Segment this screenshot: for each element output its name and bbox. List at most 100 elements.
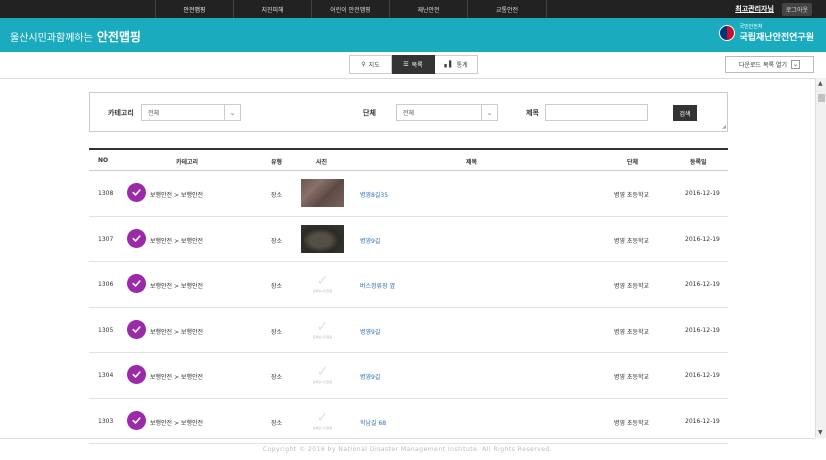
category-check-icon [127,183,146,202]
brand-subtitle: 울산시민과함께하는 [10,33,93,44]
row-no: 1305 [98,326,114,334]
check-icon: ✓ [316,409,329,426]
table-row[interactable]: 1306 보행안전 > 보행안전 장소 ✓ 등록된사진없음 버스정류장 옆 병영 초등학교 2… [89,262,728,308]
top-nav: 안전맵핑 지진피해 어린이 안전맵핑 재난안전 교통안전 [155,0,547,18]
category-label: 카테고리 [108,109,134,117]
copyright-text: Copyright © 2016 by National Disaster Ma… [262,446,553,453]
row-title-link[interactable]: 학남길 68 [360,418,386,427]
scroll-down-icon[interactable]: ▼ [818,429,823,436]
divider [0,78,815,79]
no-photo-placeholder: ✓ 등록된사진없음 [301,406,344,435]
resize-handle-icon: ◢ [722,124,726,130]
row-type: 장소 [271,374,283,381]
tab-map[interactable]: ⚲ 지도 [349,55,392,74]
top-nav-item-disaster-safety[interactable]: 재난안전 [389,0,467,18]
photo-thumbnail[interactable] [301,179,344,207]
row-title-link[interactable]: 병영9길 [360,327,380,336]
search-form: 카테고리 전체 ⌄ 단체 전체 ⌄ 제목 검색 ◢ [89,92,728,132]
header-no: NO [98,157,109,164]
no-photo-text: 등록된사진없음 [312,334,333,339]
no-photo-text: 등록된사진없음 [312,425,333,430]
taegeuk-emblem-icon [719,25,736,41]
top-nav-item-earthquake[interactable]: 지진피해 [233,0,311,18]
row-title-link[interactable]: 병영9길 [360,236,380,245]
row-date: 2016-12-19 [685,326,720,334]
list-icon: ☰ [403,61,409,68]
chevron-down-icon: ⌄ [224,105,240,120]
row-no: 1307 [98,235,114,243]
tab-stats[interactable]: ▖▌ 통계 [435,55,478,74]
chevron-down-icon: ⌄ [481,105,497,120]
header-date: 등록일 [690,159,707,166]
chevron-down-icon: ⌄ [790,60,800,69]
check-icon: ✓ [316,318,329,335]
table-row[interactable]: 1307 보행안전 > 보행안전 장소 병영9길 병영 초등학교 2016-12-19 [89,217,728,262]
category-check-icon [127,365,146,384]
category-check-icon [127,228,146,248]
row-title-link[interactable]: 버스정류장 옆 [360,281,395,290]
view-tabs: ⚲ 지도 ☰ 목록 ▖▌ 통계 [349,55,478,74]
table-row[interactable]: 1305 보행안전 > 보행안전 장소 ✓ 등록된사진없음 병영9길 병영 초등학교 2016… [89,308,728,353]
scrollbar-thumb[interactable] [818,94,825,102]
ministry-name: 국민안전처 [739,24,763,30]
table-row[interactable]: 1304 보행안전 > 보행안전 장소 ✓ 등록된사진없음 병영9길 병영 초등학교 2016… [89,353,728,399]
row-group: 병영 초등학교 [614,192,650,199]
tab-list[interactable]: ☰ 목록 [392,55,435,74]
header-title: 제목 [466,159,478,166]
row-category: 보행안전 > 보행안전 [150,237,204,245]
no-photo-text: 등록된사진없음 [312,380,333,384]
site-footer: Copyright © 2016 by National Disaster Ma… [0,438,815,460]
top-nav-bar: 안전맵핑 지진피해 어린이 안전맵핑 재난안전 교통안전 최고관리자님 로그아웃 [0,0,826,18]
group-label: 단체 [363,109,376,117]
bar-chart-icon: ▖▌ [444,61,454,68]
row-group: 병영 초등학교 [614,374,650,381]
photo-thumbnail[interactable] [301,224,344,253]
row-date: 2016-12-19 [685,372,720,379]
admin-link[interactable]: 최고관리자님 [735,4,774,14]
row-category: 보행안전 > 보행안전 [150,192,204,199]
map-pin-icon: ⚲ [361,61,366,68]
site-logo[interactable]: 울산시민과함께하는 안전맵핑 [10,28,141,45]
row-title-link[interactable]: 병영9길 [360,372,380,381]
site-header: 울산시민과함께하는 안전맵핑 국민안전처 국립재난안전연구원 [0,18,826,52]
search-button[interactable]: 검색 [673,105,697,121]
scroll-up-icon[interactable]: ▲ [818,80,823,87]
row-no: 1306 [98,281,114,288]
row-category: 보행안전 > 보행안전 [150,328,204,336]
category-check-icon [127,410,146,430]
page-scrollbar[interactable]: ▲ ▼ [815,78,826,438]
group-select[interactable]: 전체 ⌄ [396,104,498,121]
brand-title: 안전맵핑 [96,30,141,44]
row-title-link[interactable]: 병영8길35 [360,190,388,199]
row-date: 2016-12-19 [685,417,720,425]
row-type: 장소 [271,328,283,336]
header-type: 유형 [271,159,283,166]
results-table: NO 카테고리 유형 사진 제목 단체 등록일 1308 보행안전 > 보행안전 장… [89,148,728,444]
top-nav-item-safety-mapping[interactable]: 안전맵핑 [155,0,233,18]
row-date: 2016-12-19 [685,190,720,197]
title-label: 제목 [526,109,539,117]
logout-button[interactable]: 로그아웃 [781,2,812,16]
top-nav-item-traffic-safety[interactable]: 교통안전 [467,0,547,18]
row-category: 보행안전 > 보행안전 [150,419,204,427]
table-row[interactable]: 1308 보행안전 > 보행안전 장소 병영8길35 병영 초등학교 2016-12-19 [89,171,728,217]
download-list-button[interactable]: 다운로드 목록 열기 ⌄ [725,56,814,73]
category-check-icon [127,319,146,339]
no-photo-placeholder: ✓ 등록된사진없음 [301,315,344,344]
no-photo-placeholder: ✓ 등록된사진없음 [301,361,344,389]
check-icon: ✓ [316,273,329,289]
institute-logo: 국민안전처 국립재난안전연구원 [719,23,814,43]
top-nav-item-children-mapping[interactable]: 어린이 안전맵핑 [311,0,389,18]
row-category: 보행안전 > 보행안전 [150,283,204,290]
no-photo-text: 등록된사진없음 [312,289,333,293]
row-no: 1308 [98,190,114,197]
user-area: 최고관리자님 로그아웃 [735,0,812,18]
table-body: 1308 보행안전 > 보행안전 장소 병영8길35 병영 초등학교 2016-12-19… [89,171,728,444]
title-search-input[interactable] [545,104,648,121]
row-date: 2016-12-19 [685,281,720,288]
header-category: 카테고리 [176,159,199,166]
category-select[interactable]: 전체 ⌄ [141,104,241,121]
row-no: 1304 [98,372,114,379]
row-group: 병영 초등학교 [614,237,650,245]
row-no: 1303 [98,417,114,425]
